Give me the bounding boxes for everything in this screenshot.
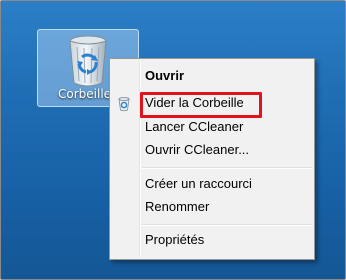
context-menu: Ouvrir Vider la Corbeille Lancer CCleane… <box>109 58 315 260</box>
menu-item-rename[interactable]: Renommer <box>145 196 209 218</box>
desktop: Corbeille Ouvrir Vider la Corbeille Lanc… <box>0 0 346 280</box>
recycle-bin-icon <box>69 35 107 87</box>
menu-item-properties[interactable]: Propriétés <box>145 229 204 251</box>
menu-item-open[interactable]: Ouvrir <box>145 65 184 87</box>
menu-separator <box>142 224 312 226</box>
menu-separator <box>142 167 312 169</box>
menu-item-launch-ccleaner[interactable]: Lancer CCleaner <box>145 116 243 138</box>
recycle-bin-small-icon <box>118 97 130 112</box>
menu-item-create-shortcut[interactable]: Créer un raccourci <box>145 173 252 195</box>
menu-gutter <box>139 61 141 257</box>
menu-item-open-ccleaner[interactable]: Ouvrir CCleaner... <box>145 139 249 161</box>
highlight-box <box>140 92 262 118</box>
